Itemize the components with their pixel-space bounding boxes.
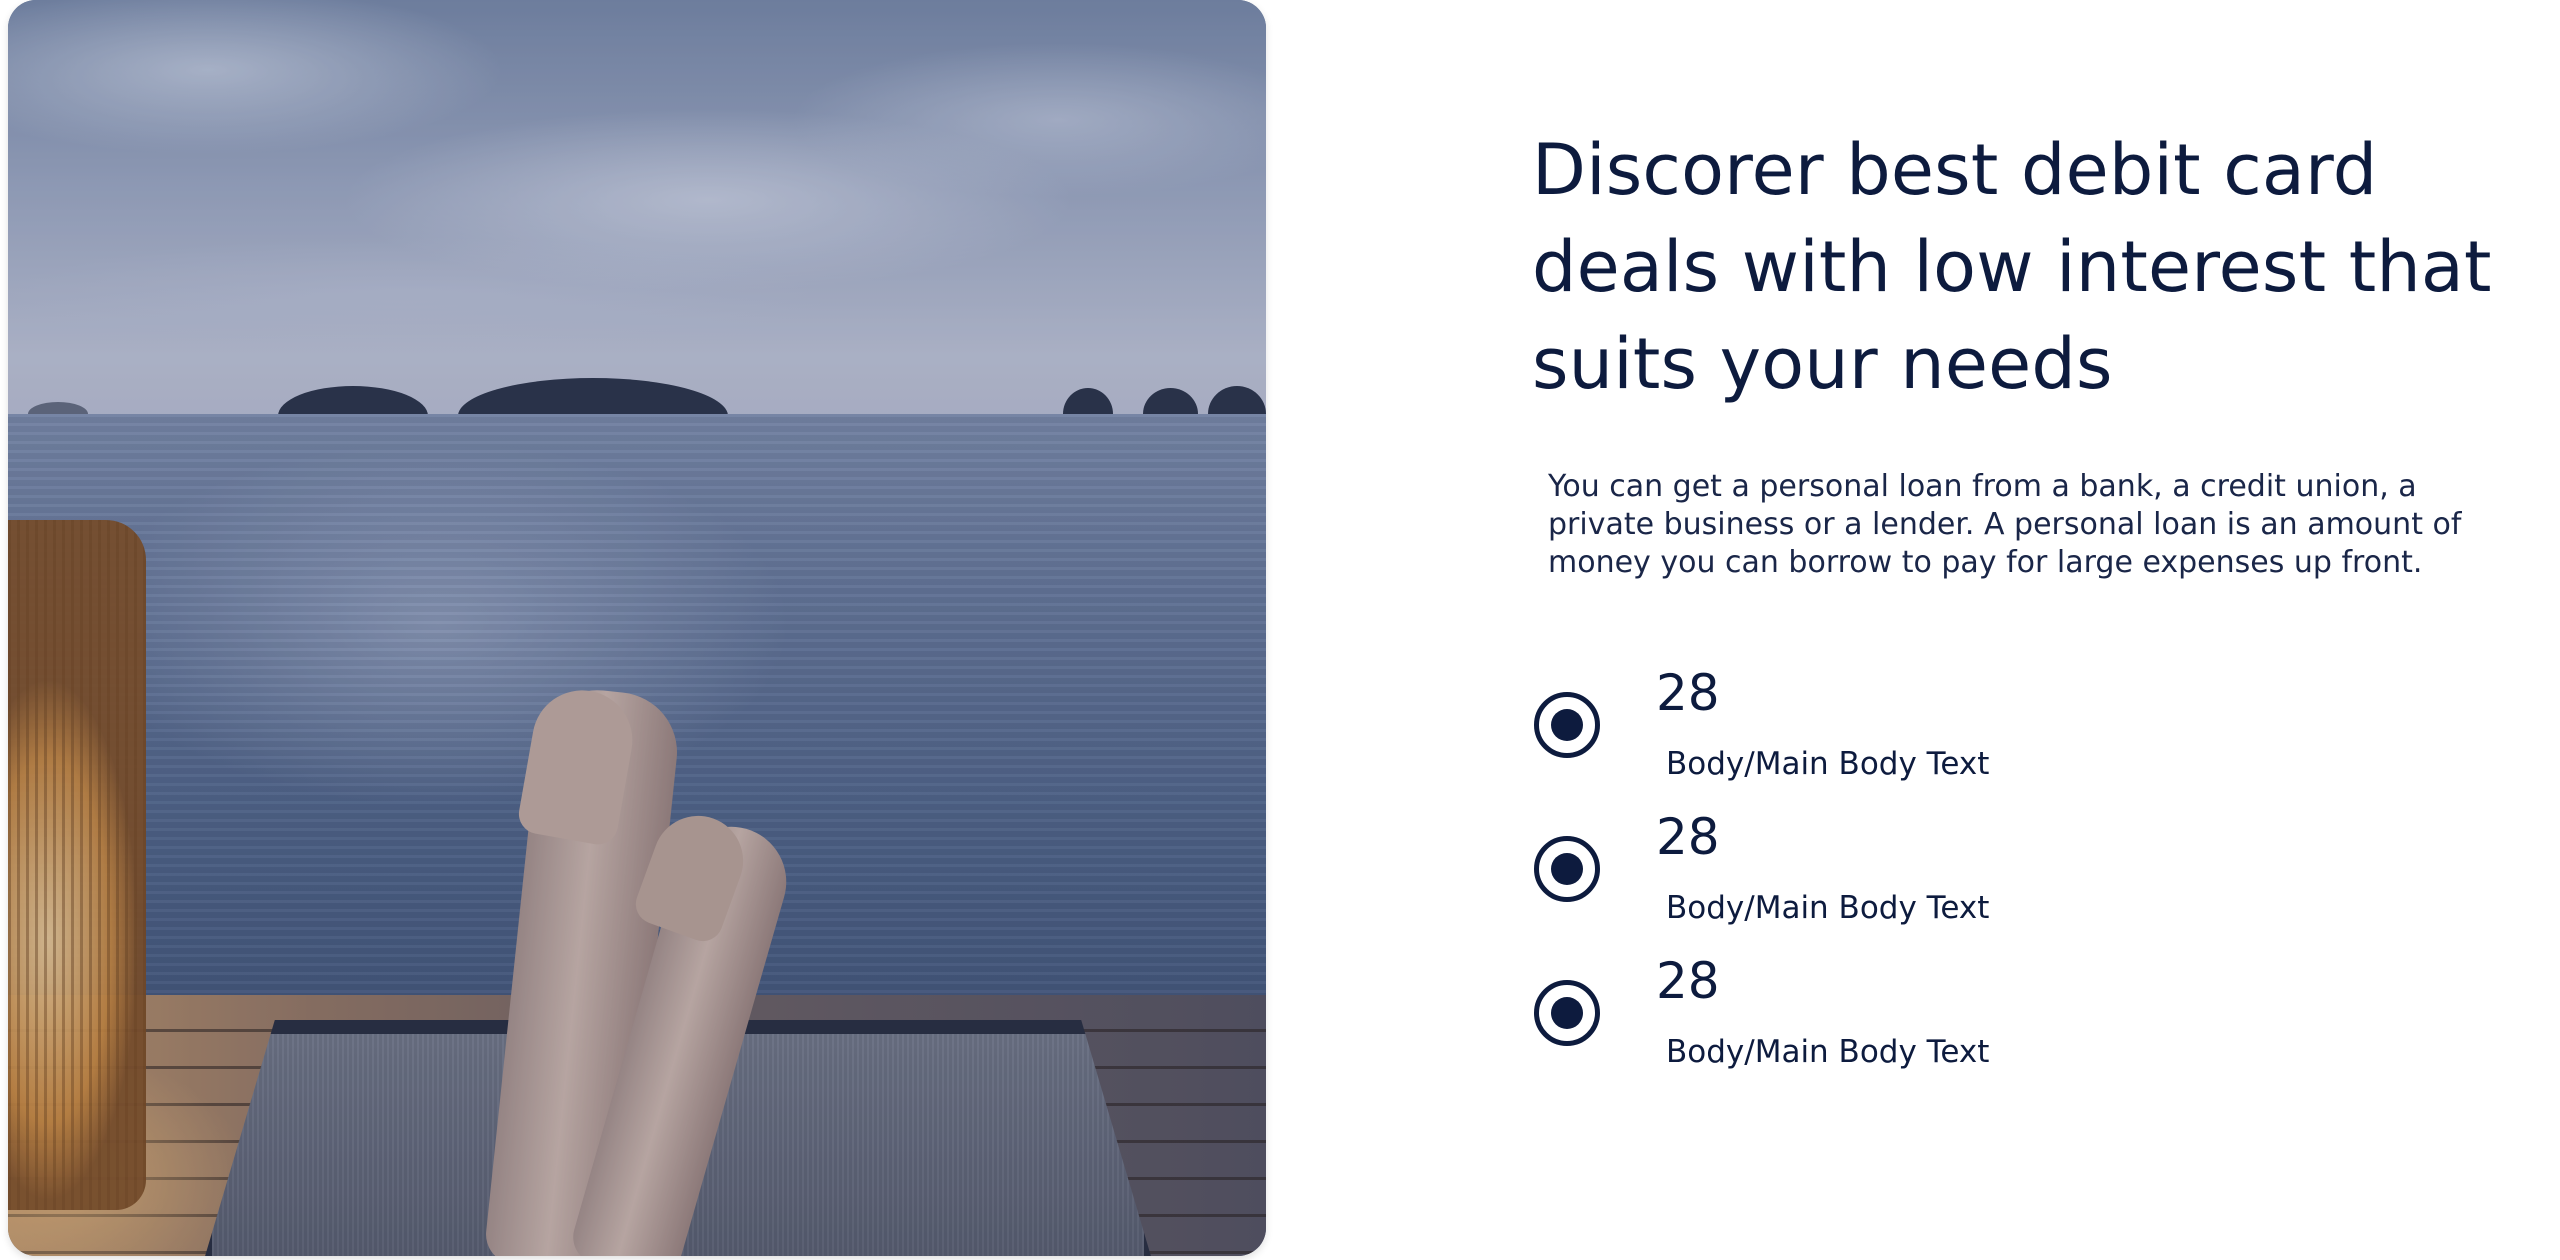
- headline-line: suits your needs: [1532, 323, 2113, 405]
- hero-image: [8, 0, 1266, 1256]
- radio-selected-icon[interactable]: [1534, 692, 1600, 758]
- stat-item: 28 Body/Main Body Text: [1532, 802, 2132, 932]
- stat-item: 28 Body/Main Body Text: [1532, 946, 2132, 1076]
- stat-label: Body/Main Body Text: [1666, 746, 1990, 782]
- headline-line: deals with low interest that: [1532, 226, 2492, 308]
- headline-line: Discorer best debit card: [1532, 129, 2378, 211]
- headline: Discorer best debit card deals with low …: [1532, 122, 2532, 413]
- photo-overlay: [8, 0, 1266, 1256]
- radio-selected-icon[interactable]: [1534, 836, 1600, 902]
- page: Discorer best debit card deals with low …: [0, 0, 2560, 1260]
- stat-label: Body/Main Body Text: [1666, 890, 1990, 926]
- description-line: private business or a lender. A personal…: [1548, 507, 2462, 542]
- stat-value: 28: [1656, 664, 1720, 722]
- radio-selected-icon[interactable]: [1534, 980, 1600, 1046]
- stat-item: 28 Body/Main Body Text: [1532, 658, 2132, 788]
- stat-value: 28: [1656, 808, 1720, 866]
- stat-value: 28: [1656, 952, 1720, 1010]
- description: You can get a personal loan from a bank,…: [1548, 468, 2478, 582]
- stat-label: Body/Main Body Text: [1666, 1034, 1990, 1070]
- description-line: money you can borrow to pay for large ex…: [1548, 545, 2423, 580]
- description-line: You can get a personal loan from a bank,…: [1548, 469, 2417, 504]
